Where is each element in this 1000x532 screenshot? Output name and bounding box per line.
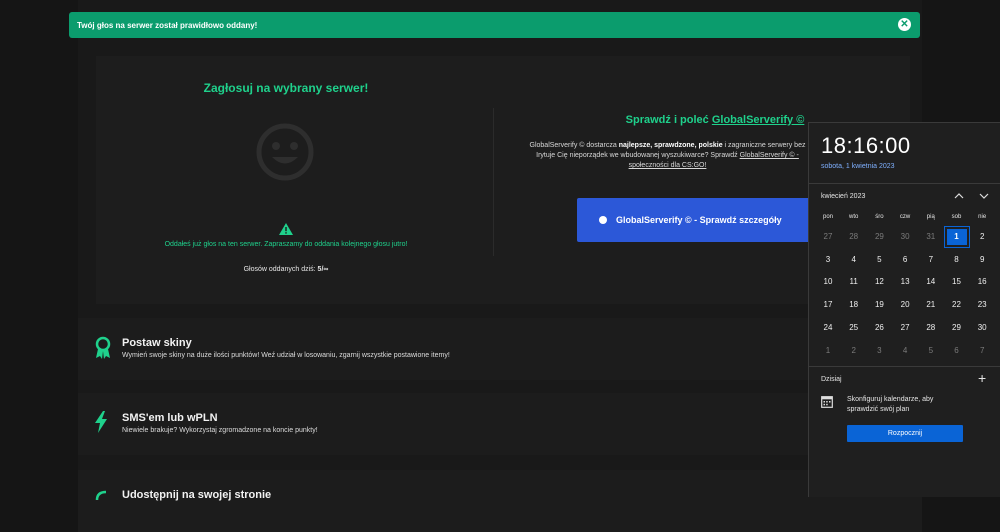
calendar-day[interactable]: 4 [842,250,866,270]
warning-icon [279,223,293,235]
calendar-day[interactable]: 22 [945,295,969,315]
chevron-down-icon[interactable] [979,191,989,201]
calendar-day[interactable]: 27 [893,318,917,338]
chevron-up-icon[interactable] [954,191,964,201]
calendar-day[interactable]: 2 [842,341,866,361]
success-toast: Twój głos na serwer został prawidłowo od… [69,12,920,38]
calendar-day[interactable]: 4 [893,341,917,361]
dot-icon [599,216,607,224]
calendar-day[interactable]: 5 [867,250,891,270]
current-date-link[interactable]: sobota, 1 kwietnia 2023 [821,163,895,170]
calendar-day[interactable]: 5 [919,341,943,361]
calendar-day[interactable]: 3 [816,250,840,270]
calendar-flyout: 18:16:00 sobota, 1 kwietnia 2023 kwiecie… [808,122,1000,497]
promo-brand-link[interactable]: GlobalServerify © [712,114,804,126]
weekday-2: śro [875,214,884,220]
toast-message: Twój głos na serwer został prawidłowo od… [77,20,258,30]
calendar-day[interactable]: 15 [945,272,969,292]
award-icon [95,336,111,359]
calendar-day[interactable]: 31 [919,227,943,247]
calendar-config-message: Skonfiguruj kalendarze, aby sprawdzić sw… [847,396,934,413]
promo-desc-link[interactable]: GlobalServerify © - [740,152,799,159]
calendar-day[interactable]: 25 [842,318,866,338]
card-divider [493,108,494,256]
vote-count-value: 5/∞ [317,266,329,273]
calendar-day[interactable]: 3 [867,341,891,361]
smiley-icon [256,123,314,181]
calendar-day[interactable]: 20 [893,295,917,315]
calendar-day[interactable]: 13 [893,272,917,292]
weekday-0: pon [822,214,833,220]
promo-details-button[interactable]: GlobalServerify © - Sprawdź szczegóły [577,198,817,242]
calendar-day[interactable]: 14 [919,272,943,292]
calendar-day[interactable]: 2 [970,227,994,247]
weekday-3: czw [899,214,911,220]
calendar-day[interactable]: 29 [867,227,891,247]
calendar-day[interactable]: 9 [970,250,994,270]
calendar-day[interactable]: 17 [816,295,840,315]
start-button[interactable]: Rozpocznij [847,425,963,442]
calendar-day[interactable]: 6 [893,250,917,270]
weekday-4: pią [926,214,935,220]
calendar-day[interactable]: 7 [970,341,994,361]
feature-postaw-skiny[interactable]: Postaw skiny Wymień swoje skiny na duże … [78,318,922,380]
weekday-1: wto [849,214,859,220]
calendar-day[interactable]: 16 [970,272,994,292]
close-icon[interactable]: ✕ [898,18,911,31]
calendar-day[interactable]: 30 [893,227,917,247]
calendar-day[interactable]: 28 [842,227,866,247]
calendar-icon [821,396,833,408]
feature-sms-wpln[interactable]: SMS'em lub wPLN Niewiele brakuje? Wykorz… [78,393,922,455]
calendar-day[interactable]: 26 [867,318,891,338]
flyout-separator [809,366,1000,367]
calendar-day[interactable]: 29 [945,318,969,338]
weekday-5: sob [951,214,962,220]
calendar-day[interactable]: 19 [867,295,891,315]
calendar-day[interactable]: 12 [867,272,891,292]
flyout-separator [809,183,1000,184]
calendar-day[interactable]: 1 [816,341,840,361]
today-label: Dzisiaj [821,376,842,383]
lightning-icon [95,411,107,433]
clock-time: 18:16:00 [821,133,911,158]
calendar-day[interactable]: 7 [919,250,943,270]
vote-title: Zagłosuj na wybrany serwer! [203,81,369,95]
promo-description: GlobalServerify © dostarcza najlepsze, s… [529,142,806,169]
calendar-day[interactable]: 21 [919,295,943,315]
calendar-day[interactable]: 11 [842,272,866,292]
calendar-day[interactable]: 10 [816,272,840,292]
vote-count: Głosów oddanych dziś: 5/∞ [243,266,329,273]
calendar-day[interactable]: 23 [970,295,994,315]
feature-udostepnij[interactable]: Udostępnij na swojej stronie [78,470,922,532]
calendar-day[interactable]: 6 [945,341,969,361]
add-event-icon[interactable]: + [978,371,986,385]
calendar-day[interactable]: 18 [842,295,866,315]
calendar-day[interactable]: 28 [919,318,943,338]
weekday-6: nie [978,214,987,220]
month-label[interactable]: kwiecień 2023 [821,193,865,200]
calendar-day[interactable]: 8 [945,250,969,270]
calendar-day[interactable]: 24 [816,318,840,338]
calendar-day[interactable]: 30 [970,318,994,338]
calendar-day[interactable]: 1 [943,226,970,248]
calendar-day[interactable]: 27 [816,227,840,247]
voted-message: Oddałeś już głos na ten serwer. Zaprasza… [164,241,408,248]
share-icon [95,490,107,501]
